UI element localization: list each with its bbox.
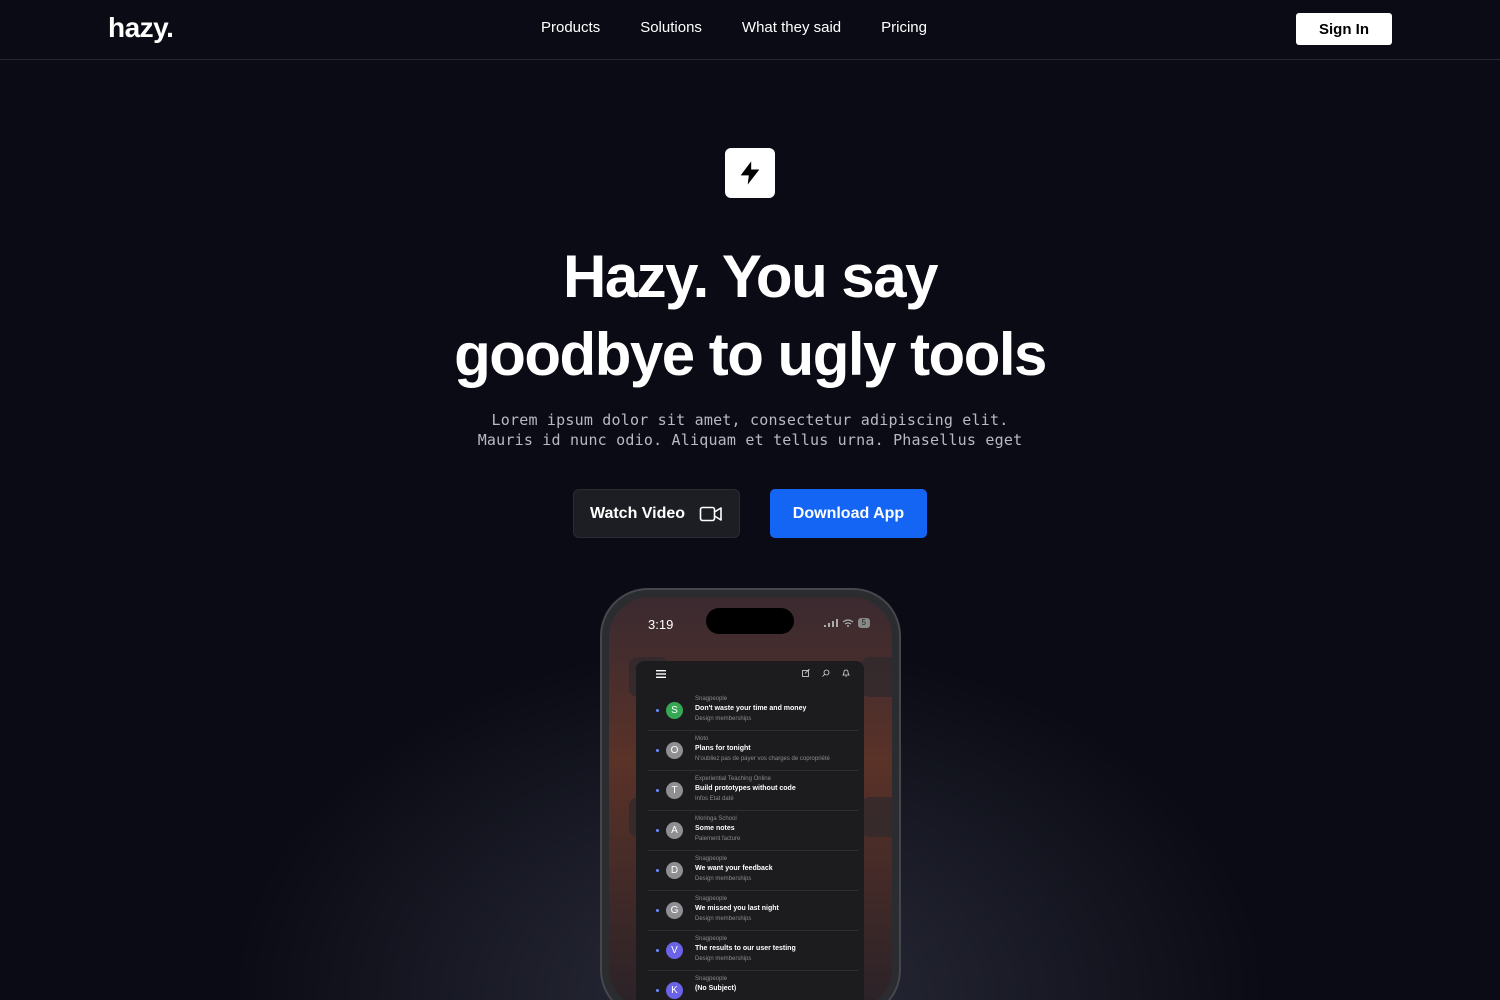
- mail-preview: Paiement facture: [695, 836, 741, 842]
- mail-preview: Infos Etat daté: [695, 796, 734, 802]
- mail-preview: Design memberships: [695, 916, 752, 922]
- nav-link-solutions[interactable]: Solutions: [640, 19, 702, 36]
- mail-subject: Don't waste your time and money: [695, 705, 807, 712]
- nav-link-pricing[interactable]: Pricing: [881, 19, 927, 36]
- mail-list-item[interactable]: A Moringa School Some notes Paiement factur…: [648, 811, 858, 851]
- sender-avatar: O: [666, 742, 683, 759]
- mail-list: S Snagpeople Don't waste your time and mon…: [636, 691, 864, 1000]
- sender-avatar: G: [666, 902, 683, 919]
- status-time: 3:19: [648, 617, 674, 632]
- home-app-icon: [861, 657, 892, 697]
- hero-subtitle: Lorem ipsum dolor sit amet, consectetur …: [400, 410, 1100, 450]
- mail-sender: Moringa School: [695, 816, 737, 822]
- unread-dot: [656, 949, 659, 952]
- nav-link-products[interactable]: Products: [541, 19, 600, 36]
- mail-subject: Build prototypes without code: [695, 785, 796, 792]
- unread-dot: [656, 709, 659, 712]
- unread-dot: [656, 909, 659, 912]
- mail-sender: Snagpeople: [695, 976, 728, 982]
- headline-line-2: goodbye to ugly tools: [454, 321, 1047, 388]
- sender-avatar: T: [666, 782, 683, 799]
- mail-sender: Experiential Teaching Online: [695, 776, 771, 782]
- sign-in-button[interactable]: Sign In: [1296, 13, 1392, 45]
- status-indicators: 5: [823, 618, 870, 628]
- mail-subject: Plans for tonight: [695, 745, 751, 752]
- sender-avatar: V: [666, 942, 683, 959]
- phone-screen: 3:19 5 S Snagpeople Don't waste your tim…: [609, 597, 892, 1000]
- subtitle-line-2: Mauris id nunc odio. Aliquam et tellus u…: [477, 431, 1023, 449]
- subtitle-line-1: Lorem ipsum dolor sit amet, consectetur …: [491, 411, 1009, 429]
- unread-dot: [656, 989, 659, 992]
- mail-sender: Snagpeople: [695, 936, 728, 942]
- download-app-button[interactable]: Download App: [770, 489, 927, 538]
- mail-subject: Some notes: [695, 825, 735, 832]
- sender-avatar: K: [666, 982, 683, 999]
- nav-link-testimonials[interactable]: What they said: [742, 19, 841, 36]
- signal-icon: [823, 619, 838, 627]
- brand-logo[interactable]: hazy.: [108, 12, 174, 44]
- nav-links: Products Solutions What they said Pricin…: [541, 19, 927, 36]
- mail-sender: Snagpeople: [695, 696, 728, 702]
- sender-avatar: S: [666, 702, 683, 719]
- watch-video-button[interactable]: Watch Video: [573, 489, 740, 538]
- mail-subject: We want your feedback: [695, 865, 773, 872]
- mail-preview: Design memberships: [695, 956, 752, 962]
- mail-app-panel: S Snagpeople Don't waste your time and mon…: [636, 661, 864, 1000]
- home-app-icon: [861, 797, 892, 837]
- mail-list-item[interactable]: O Moto Plans for tonight N'oubliez pas de p…: [648, 731, 858, 771]
- compose-icon[interactable]: [802, 669, 810, 677]
- wifi-icon: [842, 619, 853, 627]
- mail-subject: We missed you last night: [695, 905, 779, 912]
- unread-dot: [656, 749, 659, 752]
- unread-dot: [656, 829, 659, 832]
- mail-list-item[interactable]: S Snagpeople Don't waste your time and mon…: [648, 691, 858, 731]
- bell-icon[interactable]: [842, 669, 850, 677]
- mail-list-item[interactable]: V Snagpeople The results to our user testi…: [648, 931, 858, 971]
- mail-list-item[interactable]: D Snagpeople We want your feedback Design m…: [648, 851, 858, 891]
- battery-indicator: 5: [857, 618, 870, 628]
- mail-sender: Snagpeople: [695, 856, 728, 862]
- mail-preview: Design memberships: [695, 716, 752, 722]
- mail-preview: N'oubliez pas de payer vos charges de co…: [695, 756, 830, 762]
- mail-preview: Design memberships: [695, 876, 752, 882]
- lightning-bolt-icon: [740, 161, 760, 185]
- hero-badge: [725, 148, 775, 198]
- phone-mockup: 3:19 5 S Snagpeople Don't waste your tim…: [600, 588, 901, 1000]
- mail-sender: Snagpeople: [695, 896, 728, 902]
- unread-dot: [656, 869, 659, 872]
- headline-line-1: Hazy. You say: [562, 243, 939, 310]
- mail-list-item[interactable]: G Snagpeople We missed you last night Desig…: [648, 891, 858, 931]
- mail-subject: (No Subject): [695, 985, 737, 992]
- sender-avatar: A: [666, 822, 683, 839]
- top-navbar: hazy. Products Solutions What they said …: [0, 0, 1500, 60]
- video-camera-icon: [699, 506, 722, 521]
- mail-list-item[interactable]: T Experiential Teaching Online Build proto…: [648, 771, 858, 811]
- watch-video-label: Watch Video: [589, 504, 686, 522]
- mail-subject: The results to our user testing: [695, 945, 796, 952]
- hero-headline: Hazy. You say goodbye to ugly tools: [300, 238, 1200, 394]
- dynamic-island: [706, 608, 794, 634]
- mail-toolbar: [636, 661, 864, 691]
- search-icon[interactable]: [822, 669, 830, 677]
- unread-dot: [656, 789, 659, 792]
- sender-avatar: D: [666, 862, 683, 879]
- mail-list-item[interactable]: K Snagpeople (No Subject): [648, 971, 858, 1000]
- mail-sender: Moto: [695, 736, 709, 742]
- menu-icon[interactable]: [656, 670, 666, 678]
